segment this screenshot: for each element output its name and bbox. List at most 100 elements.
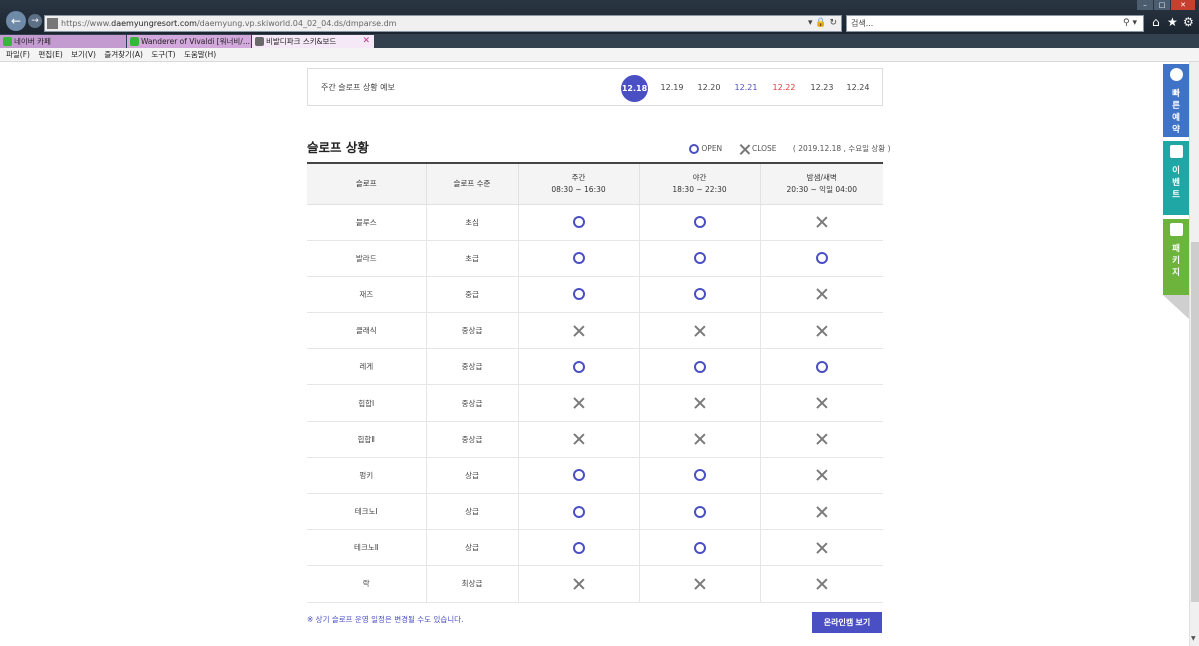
status-day <box>517 457 639 495</box>
status-evening <box>638 421 760 458</box>
table-row: 재즈 중급 <box>307 276 883 314</box>
slope-level: 초급 <box>425 240 518 277</box>
menu-edit[interactable]: 편집(E) <box>38 48 62 62</box>
favorites-star-icon[interactable]: ★ <box>1167 15 1178 29</box>
side-package[interactable]: 패키지 <box>1163 219 1189 295</box>
menu-file[interactable]: 파일(F) <box>6 48 30 62</box>
status-night <box>759 204 883 241</box>
menu-favorites[interactable]: 즐겨찾기(A) <box>104 48 143 62</box>
close-window-button[interactable]: ✕ <box>1171 0 1195 10</box>
close-x-icon <box>573 325 585 337</box>
status-evening <box>638 204 760 241</box>
date-tab-1222[interactable]: 12.22 <box>769 69 799 107</box>
close-x-icon <box>816 433 828 445</box>
search-input[interactable]: 검색... ⚲ ▾ <box>846 15 1144 32</box>
slope-level: 중상급 <box>425 312 518 350</box>
search-placeholder: 검색... <box>851 19 874 28</box>
page-scrollbar[interactable]: ▼ <box>1189 62 1199 646</box>
tab-naver-cafe[interactable]: 네이버 카페 <box>0 35 126 48</box>
status-evening <box>638 529 760 567</box>
package-icon <box>1169 223 1183 236</box>
close-x-icon <box>816 542 828 554</box>
slope-rows: 블루스 초심 발라드 초급 재즈 중급 클래식 중상급 레게 중상급 힙합Ⅰ 중상급 힙합Ⅱ 중상급 펑키 상… <box>307 204 883 603</box>
status-night <box>759 565 883 603</box>
open-circle-icon <box>689 144 699 154</box>
table-row: 테크노Ⅱ 상급 <box>307 529 883 567</box>
header-day: 주간 08:30 ~ 16:30 <box>517 163 639 205</box>
status-night <box>759 240 883 277</box>
open-circle-icon <box>693 541 706 554</box>
status-night <box>759 421 883 458</box>
scroll-down-icon[interactable]: ▼ <box>1191 635 1196 642</box>
address-bar[interactable]: https://www.daemyungresort.com/daemyung.… <box>44 15 842 32</box>
tab-close-icon[interactable]: ✕ <box>362 35 370 48</box>
online-webcam-button[interactable]: 온라인캠 보기 <box>812 612 882 633</box>
naver-cafe-icon <box>3 37 12 46</box>
date-tab-1221[interactable]: 12.21 <box>731 69 761 107</box>
status-evening <box>638 493 760 531</box>
scrollbar-thumb[interactable] <box>1191 242 1199 602</box>
status-evening <box>638 384 760 422</box>
close-x-icon <box>694 397 706 409</box>
date-tab-1219[interactable]: 12.19 <box>657 69 687 107</box>
status-night <box>759 529 883 567</box>
menu-tools[interactable]: 도구(T) <box>151 48 175 62</box>
slope-level: 초심 <box>425 204 518 241</box>
close-x-icon <box>739 144 750 155</box>
menu-bar: 파일(F) 편집(E) 보기(V) 즐겨찾기(A) 도구(T) 도움말(H) <box>0 48 1199 62</box>
status-night <box>759 457 883 495</box>
date-tab-1223[interactable]: 12.23 <box>807 69 837 107</box>
url-host: daemyungresort.com <box>111 19 197 28</box>
header-evening-time: 18:30 ~ 22:30 <box>672 184 727 194</box>
header-evening-label: 야간 <box>692 172 707 182</box>
tab-bar: 네이버 카페 Wanderer of Vivaldi [워너비/... 비발디파… <box>0 34 1199 48</box>
status-day <box>517 421 639 458</box>
side-event[interactable]: 이벤트 <box>1163 141 1189 215</box>
slope-name: 힙합Ⅰ <box>307 384 426 422</box>
header-day-time: 08:30 ~ 16:30 <box>551 184 606 194</box>
browser-toolbar: ← → https://www.daemyungresort.com/daemy… <box>0 0 1199 34</box>
maximize-button[interactable]: □ <box>1154 0 1170 10</box>
open-circle-icon <box>572 469 585 482</box>
table-row: 힙합Ⅱ 중상급 <box>307 421 883 458</box>
close-x-icon <box>573 397 585 409</box>
header-slope: 슬로프 <box>307 163 426 205</box>
slope-name: 발라드 <box>307 240 426 277</box>
window-controls: – □ ✕ <box>1137 0 1195 10</box>
status-day <box>517 565 639 603</box>
tab-vivaldi-park[interactable]: 비발디파크 스키&보드 ✕ <box>252 35 374 48</box>
open-circle-icon <box>572 505 585 518</box>
tab-label: 네이버 카페 <box>14 37 51 46</box>
side-label: 이벤트 <box>1172 166 1180 200</box>
status-day <box>517 348 639 386</box>
url-path: /daemyung.vp.skiworld.04_02_04.ds/dmpars… <box>196 19 397 28</box>
status-night <box>759 384 883 422</box>
side-label: 빠른예약 <box>1172 89 1180 135</box>
slope-name: 펑키 <box>307 457 426 495</box>
date-tab-1224[interactable]: 12.24 <box>843 69 873 107</box>
status-night <box>759 348 883 386</box>
date-tab-1220[interactable]: 12.20 <box>694 69 724 107</box>
minimize-button[interactable]: – <box>1137 0 1153 10</box>
search-icon[interactable]: ⚲ ▾ <box>1123 16 1137 31</box>
menu-help[interactable]: 도움말(H) <box>184 48 216 62</box>
side-quick-reservation[interactable]: 빠른예약 <box>1163 64 1189 137</box>
tab-wanderer-of-vivaldi[interactable]: Wanderer of Vivaldi [워너비/... <box>127 35 251 48</box>
menu-view[interactable]: 보기(V) <box>71 48 96 62</box>
gear-icon[interactable]: ⚙ <box>1183 15 1194 29</box>
back-button[interactable]: ← <box>6 11 26 31</box>
slope-level: 중상급 <box>425 348 518 386</box>
table-row: 블루스 초심 <box>307 204 883 241</box>
forward-button[interactable]: → <box>28 14 42 28</box>
header-night-label: 밤샘/새벽 <box>806 172 837 182</box>
close-x-icon <box>694 433 706 445</box>
slope-level: 최상급 <box>425 565 518 603</box>
date-tab-1218[interactable]: 12.18 <box>621 75 648 102</box>
status-day <box>517 240 639 277</box>
open-circle-icon <box>693 360 706 373</box>
status-day <box>517 529 639 567</box>
home-icon[interactable]: ⌂ <box>1152 15 1160 29</box>
slope-level: 중상급 <box>425 384 518 422</box>
header-level: 슬로프 수준 <box>425 163 518 205</box>
refresh-icon[interactable]: ▾ 🔒 ↻ <box>808 16 837 31</box>
